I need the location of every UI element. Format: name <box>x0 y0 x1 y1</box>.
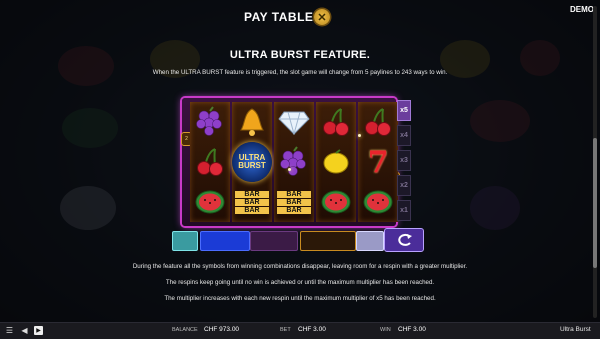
ctrl-info-button <box>250 231 298 251</box>
bet-value: CHF 3.00 <box>298 326 326 333</box>
ctrl-menu-button <box>172 231 198 251</box>
multiplier-x1: x1 <box>397 200 411 221</box>
close-button[interactable]: ✕ <box>314 9 330 25</box>
seven-icon: 7 <box>367 144 389 180</box>
multiplier-x4: x4 <box>397 125 411 146</box>
multiplier-x3: x3 <box>397 150 411 171</box>
reel-2: ULTRA BURST BAR BAR BAR <box>232 102 272 222</box>
grapes-icon <box>274 142 314 182</box>
feature-paragraph-1: During the feature all the symbols from … <box>132 263 468 270</box>
close-icon: ✕ <box>317 11 327 24</box>
feature-paragraph-2: The respins keep going until no win is a… <box>165 279 435 286</box>
sparkle-icon <box>358 134 361 137</box>
bell-icon <box>232 102 272 142</box>
feature-intro: When the ULTRA BURST feature is triggere… <box>152 69 448 76</box>
ultra-burst-label: ULTRA BURST <box>232 142 272 182</box>
multiplier-x5: x5 <box>397 100 411 121</box>
ctrl-autoplay-button <box>300 231 356 251</box>
reel-5: 7 <box>358 102 398 222</box>
ultra-burst-logo: ULTRA BURST <box>232 142 272 182</box>
diamond-icon <box>274 102 314 142</box>
status-bar: ☰ ◀ ▶ BALANCE CHF 973.00 BET CHF 3.00 WI… <box>0 322 600 339</box>
menu-icon[interactable]: ☰ <box>5 326 14 335</box>
sparkle-icon <box>288 168 291 171</box>
cherries-icon <box>316 102 356 142</box>
win-value: CHF 3.00 <box>398 326 426 333</box>
bar-icon: BAR BAR BAR <box>274 182 314 222</box>
ctrl-bet-button <box>200 231 250 251</box>
scrollbar-thumb[interactable] <box>593 138 597 268</box>
reel-3: BAR BAR BAR <box>274 102 314 222</box>
balance-value: CHF 973.00 <box>204 326 240 333</box>
game-name: Ultra Burst <box>560 326 591 333</box>
demo-badge: DEMO <box>570 5 594 14</box>
ctrl-stop-button <box>356 231 384 251</box>
bar-icon: BAR BAR BAR <box>232 182 272 222</box>
ctrl-spin-button <box>384 228 424 252</box>
watermelon-icon <box>190 182 230 222</box>
feature-title: ULTRA BURST FEATURE. <box>229 49 371 61</box>
paytable-header: PAY TABLE ✕ DEMO <box>0 0 600 34</box>
multiplier-x2: x2 <box>397 175 411 196</box>
grapes-icon <box>190 102 230 142</box>
spin-icon <box>398 233 412 246</box>
watermelon-icon <box>358 182 398 222</box>
reel-1 <box>190 102 230 222</box>
page-title: PAY TABLE <box>244 10 314 24</box>
feature-paragraph-3: The multiplier increases with each new r… <box>164 295 436 302</box>
play-icon[interactable]: ▶ <box>34 326 43 335</box>
bet-label: BET <box>280 327 291 333</box>
lemon-icon <box>316 142 356 182</box>
win-label: WIN <box>380 327 391 333</box>
reels-frame: 2 4 ULTRA BURST <box>181 98 400 226</box>
cherries-icon <box>190 142 230 182</box>
reel-4 <box>316 102 356 222</box>
watermelon-icon <box>316 182 356 222</box>
slot-machine-illustration: 2 4 ULTRA BURST <box>172 98 424 254</box>
cherries-icon <box>358 102 398 142</box>
multiplier-column: x5 x4 x3 x2 x1 <box>397 100 411 224</box>
balance-label: BALANCE <box>172 327 198 333</box>
sound-icon[interactable]: ◀ <box>20 326 29 335</box>
